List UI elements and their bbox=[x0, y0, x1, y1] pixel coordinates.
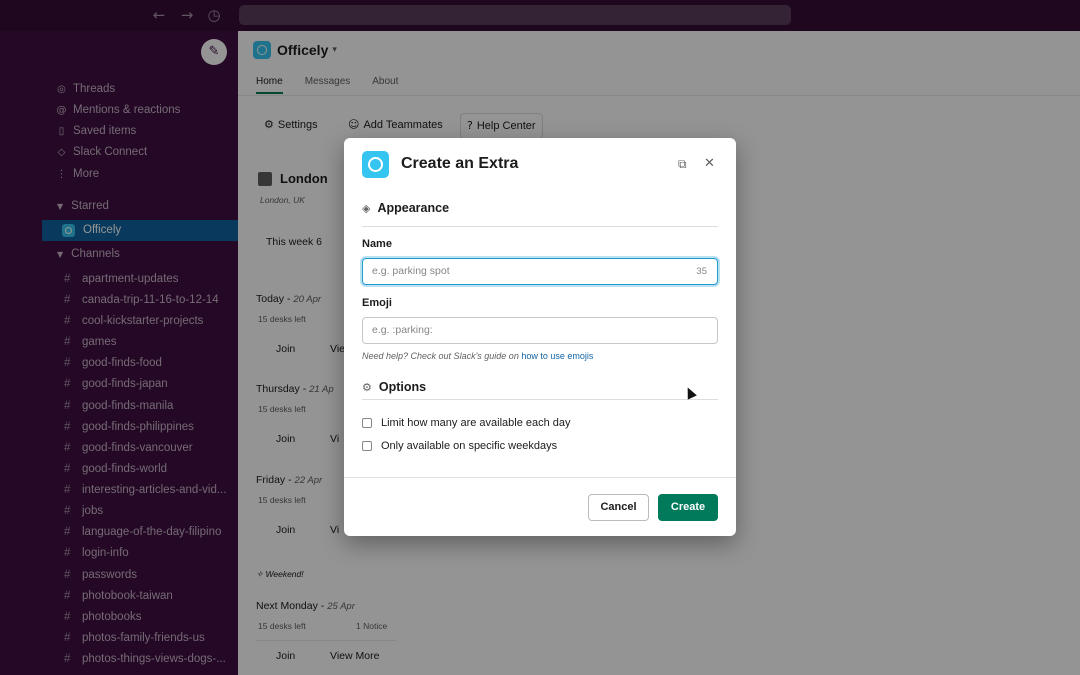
create-button[interactable]: Create bbox=[658, 494, 718, 521]
close-icon[interactable]: ✕ bbox=[704, 156, 715, 171]
cancel-button[interactable]: Cancel bbox=[588, 494, 649, 521]
external-link-icon[interactable]: ⧉ bbox=[678, 157, 687, 172]
section-divider bbox=[362, 226, 718, 227]
emoji-help-text: Need help? Check out Slack's guide on ho… bbox=[362, 351, 594, 361]
emoji-input[interactable]: e.g. :parking: bbox=[362, 317, 718, 344]
checkbox[interactable] bbox=[362, 441, 372, 451]
options-heading: ⚙ Options bbox=[362, 380, 427, 394]
name-label: Name bbox=[362, 238, 392, 250]
footer-divider bbox=[344, 477, 736, 478]
checkbox[interactable] bbox=[362, 418, 372, 428]
name-input[interactable]: e.g. parking spot 35 bbox=[362, 258, 718, 285]
emoji-guide-link[interactable]: how to use emojis bbox=[521, 351, 593, 361]
modal-title: Create an Extra bbox=[401, 155, 519, 172]
gear-icon: ⚙ bbox=[362, 380, 372, 394]
weekdays-option[interactable]: Only available on specific weekdays bbox=[362, 439, 557, 453]
section-divider bbox=[362, 399, 718, 400]
char-count: 35 bbox=[696, 266, 707, 277]
appearance-heading: ◈ Appearance bbox=[362, 201, 450, 215]
officely-logo-icon bbox=[362, 151, 389, 178]
create-extra-modal: Create an Extra ⧉ ✕ ◈ Appearance Name e.g… bbox=[344, 138, 736, 536]
emoji-label: Emoji bbox=[362, 297, 392, 309]
palette-icon: ◈ bbox=[362, 201, 371, 215]
limit-daily-option[interactable]: Limit how many are available each day bbox=[362, 416, 571, 430]
